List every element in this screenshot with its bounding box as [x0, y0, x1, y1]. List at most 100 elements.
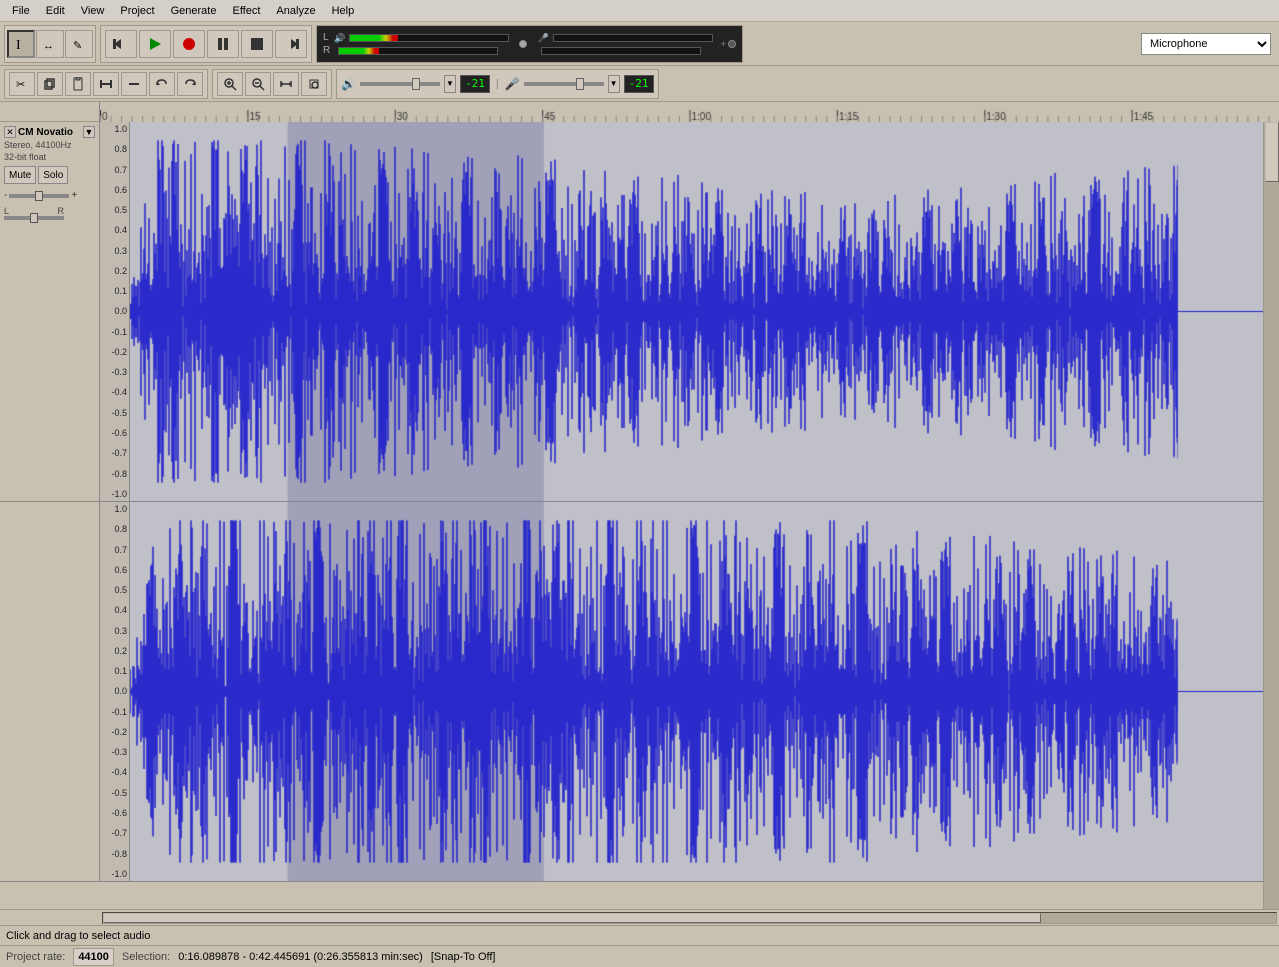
toolbar-row2: ✂	[0, 66, 1279, 102]
copy-button[interactable]	[37, 72, 63, 96]
svg-text:✂: ✂	[16, 79, 25, 91]
waveform-area-2[interactable]: 1.0 0.8 0.7 0.6 0.5 0.4 0.3 0.2 0.1 0.0 …	[100, 502, 1263, 881]
menu-bar: File Edit View Project Generate Effect A…	[0, 0, 1279, 22]
device-selector[interactable]: Microphone Line In Built-in Input	[1141, 33, 1271, 55]
mic-db-display: -21	[624, 75, 654, 93]
meter-options-btn[interactable]	[519, 40, 527, 48]
select-tool-button[interactable]: I	[7, 30, 35, 58]
gain-slider-1[interactable]	[9, 194, 69, 198]
silence-button[interactable]	[121, 72, 147, 96]
svg-text:I: I	[16, 38, 21, 52]
draw-tool-button[interactable]: ✎	[65, 30, 93, 58]
bottom-bar: Project rate: 44100 Selection: 0:16.0898…	[0, 945, 1279, 967]
menu-analyze[interactable]: Analyze	[268, 3, 323, 19]
redo-button[interactable]	[177, 72, 203, 96]
level-meters-group: L R 🔊 🎤	[316, 25, 743, 63]
cut-button[interactable]: ✂	[9, 72, 35, 96]
status-hint: Click and drag to select audio	[6, 930, 150, 942]
mic-icon: 🎤	[505, 77, 520, 91]
playback-db-display: -21	[460, 75, 490, 93]
undo-button[interactable]	[149, 72, 175, 96]
mic-dropdown[interactable]: ▼	[608, 75, 620, 93]
track-list: ✕ CM Novatio ▼ Stereo, 44100Hz 32-bit fl…	[0, 122, 1263, 909]
record-meter-r	[541, 47, 701, 55]
record-button[interactable]	[173, 30, 205, 58]
mic-volume-slider[interactable]	[524, 72, 604, 96]
track-name-1: CM Novatio	[18, 127, 81, 138]
menu-help[interactable]: Help	[324, 3, 363, 19]
meter-l-label: L	[323, 32, 330, 43]
trim-button[interactable]	[93, 72, 119, 96]
transport-group	[100, 25, 312, 63]
forward-button[interactable]	[275, 30, 307, 58]
track-area: ✕ CM Novatio ▼ Stereo, 44100Hz 32-bit fl…	[0, 102, 1279, 925]
h-scrollbar-thumb[interactable]	[103, 913, 1041, 923]
menu-view[interactable]: View	[73, 3, 113, 19]
track-close-button-1[interactable]: ✕	[4, 126, 16, 138]
meter-r-label: R	[323, 45, 330, 56]
pause-button[interactable]	[207, 30, 239, 58]
svg-text:↔: ↔	[43, 40, 54, 52]
device-group: Microphone Line In Built-in Input	[1137, 25, 1275, 63]
menu-effect[interactable]: Effect	[224, 3, 268, 19]
track-info-stereo: Stereo, 44100Hz	[4, 140, 95, 150]
gain-plus-1[interactable]: +	[71, 190, 77, 201]
record-meter-l	[553, 34, 713, 42]
track-info-bitdepth: 32-bit float	[4, 152, 95, 162]
zoom-selection-button[interactable]	[301, 72, 327, 96]
volume-dropdown[interactable]: ▼	[444, 75, 456, 93]
track-header-1: ✕ CM Novatio ▼ Stereo, 44100Hz 32-bit fl…	[0, 122, 100, 501]
rewind-button[interactable]	[105, 30, 137, 58]
playback-volume-slider[interactable]	[360, 72, 440, 96]
project-rate-value[interactable]: 44100	[73, 948, 114, 966]
playback-meter-l	[349, 34, 509, 42]
playback-meters: 🔊	[334, 33, 509, 55]
svg-text:✎: ✎	[73, 40, 82, 52]
gain-minus-1[interactable]: -	[4, 190, 7, 201]
scrollbar-area	[0, 909, 1279, 925]
volume-icon: 🔊	[341, 77, 356, 91]
track-container-2: 1.0 0.8 0.7 0.6 0.5 0.4 0.3 0.2 0.1 0.0 …	[0, 502, 1263, 882]
snap-label: [Snap-To Off]	[431, 951, 496, 963]
record-meters: 🎤	[537, 33, 712, 55]
menu-project[interactable]: Project	[112, 3, 162, 19]
v-scrollbar-thumb[interactable]	[1265, 122, 1279, 182]
envelope-tool-button[interactable]: ↔	[36, 30, 64, 58]
tools-group: I ↔ ✎	[4, 25, 96, 63]
selection-label: Selection:	[122, 951, 170, 963]
zoom-tools-group	[212, 69, 332, 99]
horizontal-scrollbar[interactable]	[102, 912, 1277, 924]
pan-slider-1[interactable]	[4, 216, 64, 220]
playback-meter-r	[338, 47, 498, 55]
vertical-scrollbar[interactable]	[1263, 122, 1279, 909]
volume-sep: |	[496, 78, 499, 90]
menu-file[interactable]: File	[4, 3, 38, 19]
zoom-in-button[interactable]	[217, 72, 243, 96]
edit-tools-group: ✂	[4, 69, 208, 99]
track-collapse-button-1[interactable]: ▼	[83, 126, 95, 138]
menu-edit[interactable]: Edit	[38, 3, 73, 19]
pan-l-label: L	[4, 206, 9, 216]
waveform-canvas-top	[130, 122, 1263, 501]
fit-project-button[interactable]	[273, 72, 299, 96]
volume-group: 🔊 ▼ -21 | 🎤 ▼ -21	[336, 69, 659, 99]
mute-button-1[interactable]: Mute	[4, 166, 36, 184]
ruler-canvas	[100, 102, 1279, 122]
status-bar: Click and drag to select audio	[0, 925, 1279, 945]
menu-generate[interactable]: Generate	[163, 3, 225, 19]
play-button[interactable]	[139, 30, 171, 58]
main-content: ✕ CM Novatio ▼ Stereo, 44100Hz 32-bit fl…	[0, 102, 1279, 925]
project-rate-label: Project rate:	[6, 951, 65, 963]
paste-button[interactable]	[65, 72, 91, 96]
toolbar-row1: I ↔ ✎	[0, 22, 1279, 66]
pan-r-label: R	[58, 206, 65, 216]
waveform-canvas-bottom	[130, 502, 1263, 881]
zoom-out-button[interactable]	[245, 72, 271, 96]
meter-lr-label: L R	[323, 32, 330, 56]
stop-button[interactable]	[241, 30, 273, 58]
waveform-area-1[interactable]: 1.0 0.8 0.7 0.6 0.5 0.4 0.3 0.2 0.1 0.0 …	[100, 122, 1263, 501]
meter-gain-btn[interactable]	[728, 40, 736, 48]
track-container-1: ✕ CM Novatio ▼ Stereo, 44100Hz 32-bit fl…	[0, 122, 1263, 502]
timeline-ruler	[0, 102, 1279, 122]
solo-button-1[interactable]: Solo	[38, 166, 68, 184]
